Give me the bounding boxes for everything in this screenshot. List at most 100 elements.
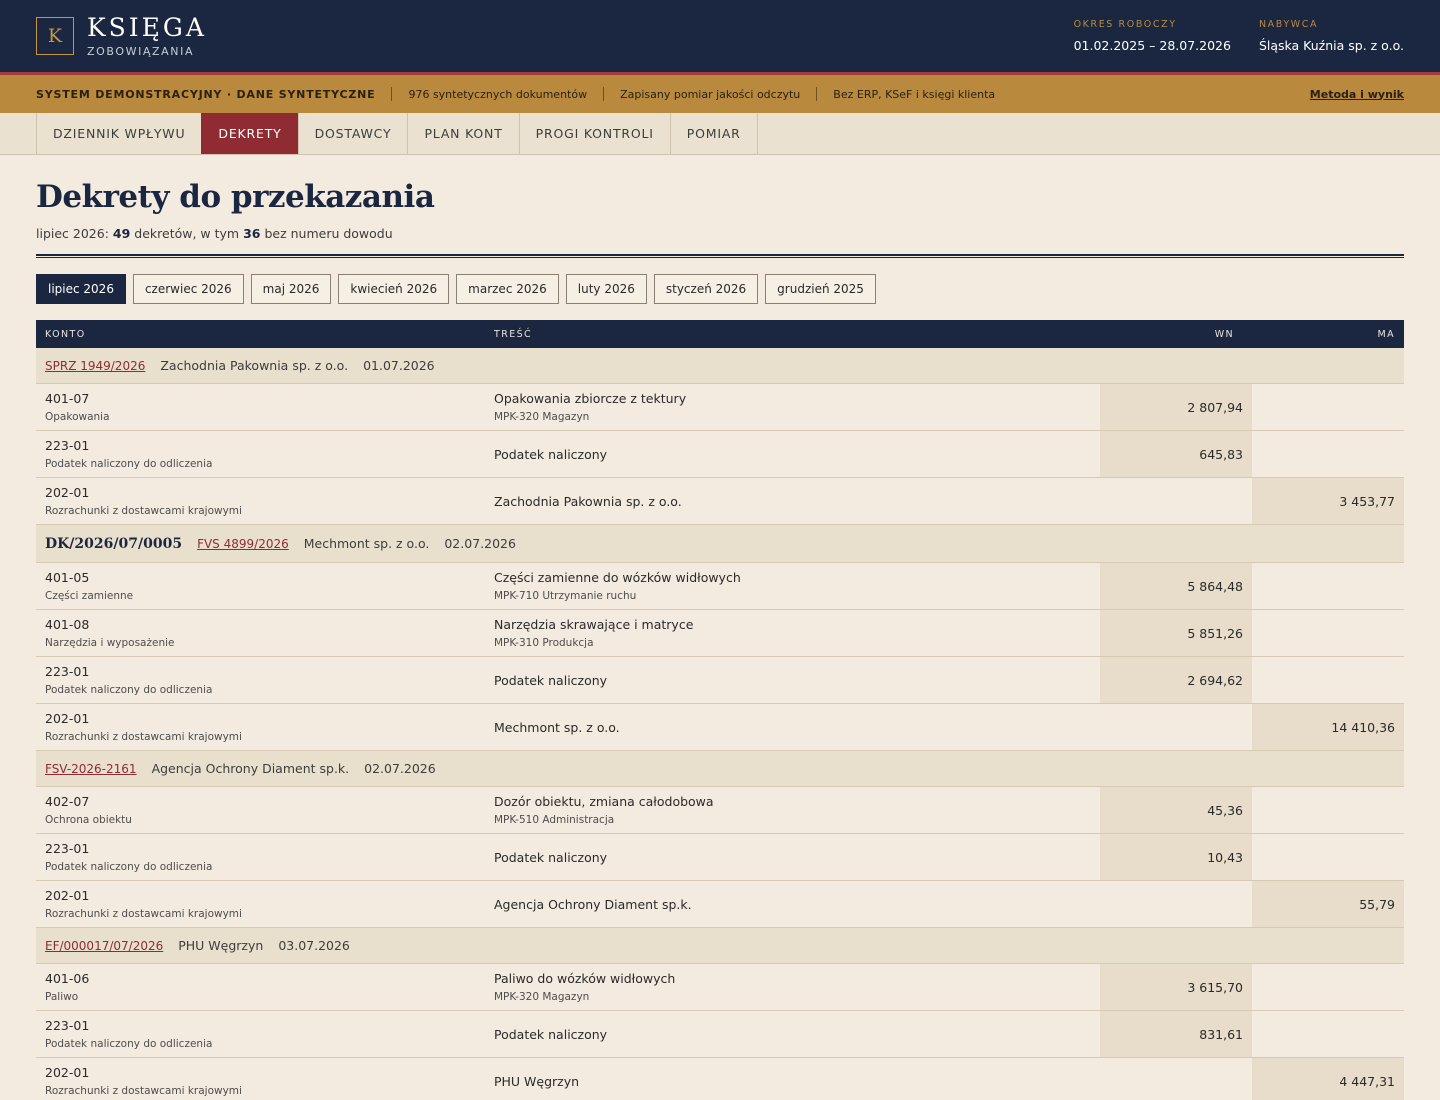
account-number: 402-07: [45, 794, 90, 809]
missing-count: 36: [243, 226, 261, 241]
account-name: Rozrachunki z dostawcami krajowymi: [45, 731, 242, 743]
description: Opakowania zbiorcze z tektury: [494, 391, 687, 406]
debit-amount: [1100, 881, 1252, 927]
document-group-header: DK/2026/07/0005 FVS 4899/2026 Mechmont sp.…: [36, 525, 1404, 563]
document-link[interactable]: SPRZ 1949/2026: [45, 359, 145, 373]
month-button[interactable]: luty 2026: [565, 274, 647, 304]
page-subtitle: lipiec 2026: 49 dekretów, w tym 36 bez n…: [36, 226, 393, 241]
table-row[interactable]: 202-01 Rozrachunki z dostawcami krajowym…: [36, 704, 1404, 751]
divider: [816, 87, 818, 101]
tab-control-thresholds[interactable]: PROGI KONTROLI: [518, 113, 670, 154]
account-number: 202-01: [45, 888, 90, 903]
entries-table: KONTO TREŚĆ WN MA SPRZ 1949/2026 Zachodni…: [36, 320, 1404, 1100]
docs-count-label: 976 syntetycznych dokumentów: [408, 87, 588, 101]
table-row[interactable]: 401-05 Części zamienne Części zamienne d…: [36, 563, 1404, 610]
account-cell: 401-05 Części zamienne: [36, 563, 485, 609]
credit-amount: 55,79: [1252, 881, 1404, 927]
demo-system-label: SYSTEM DEMONSTRACYJNY · DANE SYNTETYCZNE: [36, 87, 376, 101]
account-name: Opakowania: [45, 411, 110, 423]
divider: [603, 87, 605, 101]
document-date: 01.07.2026: [363, 358, 435, 373]
debit-amount: 2 807,94: [1100, 384, 1252, 430]
description: Części zamienne do wózków widłowych: [494, 570, 741, 585]
account-number: 401-07: [45, 391, 90, 406]
account-number: 401-06: [45, 971, 90, 986]
document-link[interactable]: FVS 4899/2026: [197, 537, 289, 551]
description: Dozór obiektu, zmiana całodobowa: [494, 794, 714, 809]
debit-amount: 3 615,70: [1100, 964, 1252, 1010]
account-cell: 223-01 Podatek naliczony do odliczenia: [36, 1011, 485, 1057]
table-row[interactable]: 202-01 Rozrachunki z dostawcami krajowym…: [36, 1058, 1404, 1100]
debit-amount: 831,61: [1100, 1011, 1252, 1057]
month-button[interactable]: styczeń 2026: [653, 274, 759, 304]
col-credit: MA: [1377, 328, 1395, 340]
table-row[interactable]: 223-01 Podatek naliczony do odliczenia P…: [36, 657, 1404, 704]
credit-amount: [1252, 563, 1404, 609]
table-row[interactable]: 223-01 Podatek naliczony do odliczenia P…: [36, 431, 1404, 478]
credit-amount: 4 447,31: [1252, 1058, 1404, 1100]
description: Zachodnia Pakownia sp. z o.o.: [494, 493, 682, 509]
document-date: 03.07.2026: [278, 938, 350, 953]
table-row[interactable]: 202-01 Rozrachunki z dostawcami krajowym…: [36, 478, 1404, 525]
col-account: KONTO: [45, 328, 86, 340]
account-number: 401-08: [45, 617, 90, 632]
debit-amount: 5 851,26: [1100, 610, 1252, 656]
col-debit: WN: [1214, 328, 1234, 340]
app-header: K KSIĘGA ZOBOWIĄZANIA OKRES ROBOCZY 01.0…: [0, 0, 1440, 72]
logo-icon[interactable]: K: [36, 17, 74, 55]
account-number: 401-05: [45, 570, 90, 585]
description: Narzędzia skrawające i matryce: [494, 617, 694, 632]
description: Podatek naliczony: [494, 849, 608, 865]
account-number: 202-01: [45, 711, 90, 726]
description-cell: PHU Węgrzyn: [485, 1058, 1100, 1100]
month-button[interactable]: kwiecień 2026: [338, 274, 450, 304]
month-button[interactable]: grudzień 2025: [765, 274, 876, 304]
description: Podatek naliczony: [494, 1026, 608, 1042]
credit-amount: 14 410,36: [1252, 704, 1404, 750]
tab-chart-of-accounts[interactable]: PLAN KONT: [407, 113, 518, 154]
credit-amount: [1252, 431, 1404, 477]
document-link[interactable]: EF/000017/07/2026: [45, 939, 163, 953]
account-name: Narzędzia i wyposażenie: [45, 637, 175, 649]
tab-entries[interactable]: DEKRETY: [201, 113, 298, 154]
account-name: Rozrachunki z dostawcami krajowymi: [45, 1085, 242, 1097]
table-body: SPRZ 1949/2026 Zachodnia Pakownia sp. z o…: [36, 348, 1404, 1100]
tab-measurement[interactable]: POMIAR: [669, 113, 758, 154]
table-row[interactable]: 223-01 Podatek naliczony do odliczenia P…: [36, 834, 1404, 881]
vendor-name: Zachodnia Pakownia sp. z o.o.: [160, 358, 349, 373]
account-number: 223-01: [45, 664, 90, 679]
account-cell: 401-06 Paliwo: [36, 964, 485, 1010]
buyer-value: Śląska Kuźnia sp. z o.o.: [1258, 38, 1404, 53]
method-and-result-link[interactable]: Metoda i wynik: [1310, 88, 1404, 101]
table-row[interactable]: 402-07 Ochrona obiektu Dozór obiektu, zm…: [36, 787, 1404, 834]
table-row[interactable]: 401-08 Narzędzia i wyposażenie Narzędzia…: [36, 610, 1404, 657]
entry-number: DK/2026/07/0005: [45, 535, 183, 552]
debit-amount: 10,43: [1100, 834, 1252, 880]
description: Paliwo do wózków widłowych: [494, 971, 676, 986]
table-row[interactable]: 401-06 Paliwo Paliwo do wózków widłowych…: [36, 964, 1404, 1011]
document-group-header: FSV-2026-2161 Agencja Ochrony Diament sp.…: [36, 751, 1404, 787]
tab-suppliers[interactable]: DOSTAWCY: [297, 113, 408, 154]
title-rule: [36, 254, 1404, 258]
month-button[interactable]: maj 2026: [250, 274, 332, 304]
buyer-label: NABYWCA: [1258, 19, 1319, 30]
credit-amount: [1252, 610, 1404, 656]
description-cell: Podatek naliczony: [485, 657, 1100, 703]
tab-intake-journal[interactable]: DZIENNIK WPŁYWU: [36, 113, 201, 154]
month-button[interactable]: lipiec 2026: [36, 274, 126, 304]
table-row[interactable]: 401-07 Opakowania Opakowania zbiorcze z …: [36, 384, 1404, 431]
month-button[interactable]: czerwiec 2026: [132, 274, 244, 304]
credit-amount: [1252, 964, 1404, 1010]
account-name: Części zamienne: [45, 590, 134, 602]
table-row[interactable]: 202-01 Rozrachunki z dostawcami krajowym…: [36, 881, 1404, 928]
document-group-header: SPRZ 1949/2026 Zachodnia Pakownia sp. z o…: [36, 348, 1404, 384]
account-number: 223-01: [45, 438, 90, 453]
debit-amount: [1100, 478, 1252, 524]
period-value: 01.02.2025 – 28.07.2026: [1073, 38, 1231, 53]
account-name: Podatek naliczony do odliczenia: [45, 861, 213, 873]
working-period: OKRES ROBOCZY 01.02.2025 – 28.07.2026: [1074, 19, 1231, 53]
table-row[interactable]: 223-01 Podatek naliczony do odliczenia P…: [36, 1011, 1404, 1058]
month-button[interactable]: marzec 2026: [456, 274, 559, 304]
debit-amount: 45,36: [1100, 787, 1252, 833]
document-link[interactable]: FSV-2026-2161: [45, 762, 137, 776]
